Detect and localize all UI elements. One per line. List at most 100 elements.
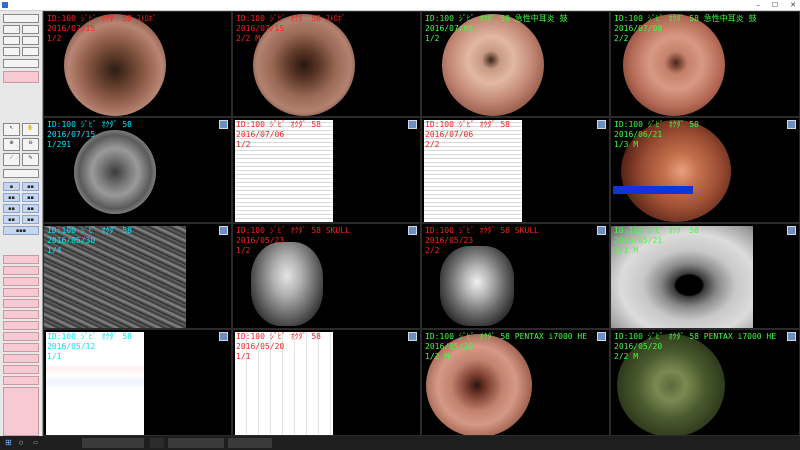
cell-info-8: ID:100 ｼﾞﾋﾞ ｵｸﾀﾞ 58 2016/06/21 1/3 M [614, 120, 699, 150]
layout-4x4-icon[interactable]: ▪▪ [22, 193, 39, 202]
start-icon[interactable]: ⊞ [2, 438, 12, 448]
cell-8-line-3: 1/3 M [614, 140, 639, 149]
cell-6-line-2: 2016/07/06 [236, 130, 285, 139]
viewer-cell-5[interactable]: ID:100 ｼﾞﾋﾞ ｵｸﾀﾞ 58 2016/07/15 1/291 [43, 117, 232, 223]
cell-menu-icon[interactable] [219, 226, 228, 235]
zoom-out-icon[interactable]: ⊖ [22, 138, 39, 151]
menu-button-10[interactable] [3, 354, 39, 363]
viewer-cell-15[interactable]: ID:100 ｼﾞﾋﾞ ｵｸﾀﾞ 58 PENTAX i7000 HE 2016… [421, 329, 610, 436]
cell-info-7: ID:100 ｼﾞﾋﾞ ｵｸﾀﾞ 58 2016/07/06 2/2 [425, 120, 510, 150]
viewer-cell-12[interactable]: ID:100 ｼﾞﾋﾞ ｵｸﾀﾞ 58 2016/05/21 1/1 M [610, 223, 800, 329]
cell-4-line-1: ID:100 ｼﾞﾋﾞ ｵｸﾀﾞ 58 急性中耳炎 鼓 [614, 14, 757, 23]
layout-2x2-icon[interactable]: ▪▪ [22, 182, 39, 191]
viewer-cell-10[interactable]: ID:100 ｼﾞﾋﾞ ｵｸﾀﾞ 58 SKULL 2016/05/23 1/2 [232, 223, 421, 329]
ruler-tool-icon[interactable]: ⟋ [3, 153, 20, 166]
close-button[interactable]: ✕ [790, 0, 796, 10]
layout-3x3-icon[interactable]: ▪▪ [3, 193, 20, 202]
toolbar-button-10[interactable] [3, 169, 39, 178]
cell-menu-icon[interactable] [787, 332, 796, 341]
cell-info-10: ID:100 ｼﾞﾋﾞ ｵｸﾀﾞ 58 SKULL 2016/05/23 1/2 [236, 226, 350, 256]
layout-custom-icon[interactable]: ▪▪▪ [3, 226, 39, 235]
cell-6-line-1: ID:100 ｼﾞﾋﾞ ｵｸﾀﾞ 58 [236, 120, 321, 129]
cell-menu-icon[interactable] [597, 226, 606, 235]
cell-15-line-2: 2016/05/20 [425, 342, 474, 351]
menu-button-5[interactable] [3, 299, 39, 308]
viewer-cell-8[interactable]: ID:100 ｼﾞﾋﾞ ｵｸﾀﾞ 58 2016/06/21 1/3 M [610, 117, 800, 223]
menu-button-4[interactable] [3, 288, 39, 297]
cell-10-line-3: 1/2 [236, 246, 251, 255]
viewer-cell-2[interactable]: ID:100 ｼﾞﾋﾞ ｵｸﾀﾞ 58 ｽﾄﾛﾎﾞ 2016/07/15 2/2… [232, 11, 421, 117]
taskbar: ⊞ ○ ▭ [0, 436, 800, 450]
cell-12-line-2: 2016/05/21 [614, 236, 663, 245]
layout-2x1-icon[interactable]: ▪▪ [3, 204, 20, 213]
cell-menu-icon[interactable] [408, 120, 417, 129]
taskbar-item-2[interactable] [150, 438, 164, 448]
task-view-icon[interactable]: ▭ [30, 438, 40, 448]
menu-button-8[interactable] [3, 332, 39, 341]
layout-3x2-icon[interactable]: ▪▪ [3, 215, 20, 224]
menu-button-6[interactable] [3, 310, 39, 319]
search-icon[interactable]: ○ [16, 438, 26, 448]
cell-menu-icon[interactable] [597, 120, 606, 129]
toolbar-button-1[interactable] [3, 14, 39, 23]
viewer-cell-11[interactable]: ID:100 ｼﾞﾋﾞ ｵｸﾀﾞ 58 SKULL 2016/05/23 2/2 [421, 223, 610, 329]
cell-info-3: ID:100 ｼﾞﾋﾞ ｵｸﾀﾞ 58 急性中耳炎 鼓 2016/07/08 1… [425, 14, 568, 44]
viewer-cell-9[interactable]: ID:100 ｼﾞﾋﾞ ｵｸﾀﾞ 58 2016/05/30 1/4 [43, 223, 232, 329]
toolbar-button-4[interactable] [3, 36, 20, 45]
taskbar-item-1[interactable] [82, 438, 144, 448]
layout-1x2-icon[interactable]: ▪▪ [22, 204, 39, 213]
hand-tool-icon[interactable]: ✋ [22, 123, 39, 136]
menu-button-7[interactable] [3, 321, 39, 330]
viewer-cell-13[interactable]: ID:100 ｼﾞﾋﾞ ｵｸﾀﾞ 58 2016/05/12 1/1 [43, 329, 232, 436]
viewer-cell-6[interactable]: ID:100 ｼﾞﾋﾞ ｵｸﾀﾞ 58 2016/07/06 1/2 [232, 117, 421, 223]
cell-12-line-1: ID:100 ｼﾞﾋﾞ ｵｸﾀﾞ 58 [614, 226, 699, 235]
taskbar-item-4[interactable] [228, 438, 272, 448]
skull-xray-image [440, 246, 514, 326]
layout-1x1-icon[interactable]: ▪ [3, 182, 20, 191]
toolbar-button-3[interactable] [22, 25, 39, 34]
menu-panel[interactable] [3, 387, 39, 436]
menu-button-1[interactable] [3, 255, 39, 264]
pointer-tool-icon[interactable]: ↖ [3, 123, 20, 136]
cell-4-line-2: 2016/07/08 [614, 24, 663, 33]
cell-5-line-2: 2016/07/15 [47, 130, 96, 139]
cell-menu-icon[interactable] [597, 332, 606, 341]
cell-menu-icon[interactable] [408, 226, 417, 235]
pen-tool-icon[interactable]: ✎ [22, 153, 39, 166]
viewer-cell-4[interactable]: ID:100 ｼﾞﾋﾞ ｵｸﾀﾞ 58 急性中耳炎 鼓 2016/07/08 2… [610, 11, 800, 117]
cell-info-13: ID:100 ｼﾞﾋﾞ ｵｸﾀﾞ 58 2016/05/12 1/1 [47, 332, 132, 362]
viewer-cell-16[interactable]: ID:100 ｼﾞﾋﾞ ｵｸﾀﾞ 58 PENTAX i7000 HE 2016… [610, 329, 800, 436]
toolbar-button-5[interactable] [22, 36, 39, 45]
layout-2x3-icon[interactable]: ▪▪ [22, 215, 39, 224]
selection-bar [613, 186, 693, 194]
toolbar-button-6[interactable] [3, 47, 20, 56]
toolbar-button-7[interactable] [22, 47, 39, 56]
menu-button-11[interactable] [3, 365, 39, 374]
cell-menu-icon[interactable] [408, 332, 417, 341]
menu-button-12[interactable] [3, 376, 39, 385]
menu-button-2[interactable] [3, 266, 39, 275]
toolbar-button-8[interactable] [3, 59, 39, 68]
cell-menu-icon[interactable] [219, 120, 228, 129]
cell-menu-icon[interactable] [787, 120, 796, 129]
cell-menu-icon[interactable] [787, 226, 796, 235]
menu-button-3[interactable] [3, 277, 39, 286]
cell-info-9: ID:100 ｼﾞﾋﾞ ｵｸﾀﾞ 58 2016/05/30 1/4 [47, 226, 132, 256]
maximize-button[interactable]: ☐ [772, 0, 778, 10]
toolbar-button-2[interactable] [3, 25, 20, 34]
cell-menu-icon[interactable] [219, 332, 228, 341]
viewer-cell-1[interactable]: ID:100 ｼﾞﾋﾞ ｵｸﾀﾞ 58 ｽﾄﾛﾎﾞ 2016/07/15 1/2 [43, 11, 232, 117]
cell-12-line-3: 1/1 M [614, 246, 639, 255]
cell-14-line-1: ID:100 ｼﾞﾋﾞ ｵｸﾀﾞ 58 [236, 332, 321, 341]
zoom-in-icon[interactable]: ⊕ [3, 138, 20, 151]
minimize-button[interactable]: – [756, 0, 760, 10]
cell-11-line-2: 2016/05/23 [425, 236, 474, 245]
menu-button-9[interactable] [3, 343, 39, 352]
taskbar-item-3[interactable] [168, 438, 224, 448]
viewer-cell-7[interactable]: ID:100 ｼﾞﾋﾞ ｵｸﾀﾞ 58 2016/07/06 2/2 [421, 117, 610, 223]
toolbar-button-9[interactable] [3, 71, 39, 83]
viewer-cell-14[interactable]: ID:100 ｼﾞﾋﾞ ｵｸﾀﾞ 58 2016/05/20 1/1 [232, 329, 421, 436]
viewer-cell-3[interactable]: ID:100 ｼﾞﾋﾞ ｵｸﾀﾞ 58 急性中耳炎 鼓 2016/07/08 1… [421, 11, 610, 117]
cell-info-6: ID:100 ｼﾞﾋﾞ ｵｸﾀﾞ 58 2016/07/06 1/2 [236, 120, 321, 150]
cell-2-line-3: 2/2 M [236, 34, 261, 43]
